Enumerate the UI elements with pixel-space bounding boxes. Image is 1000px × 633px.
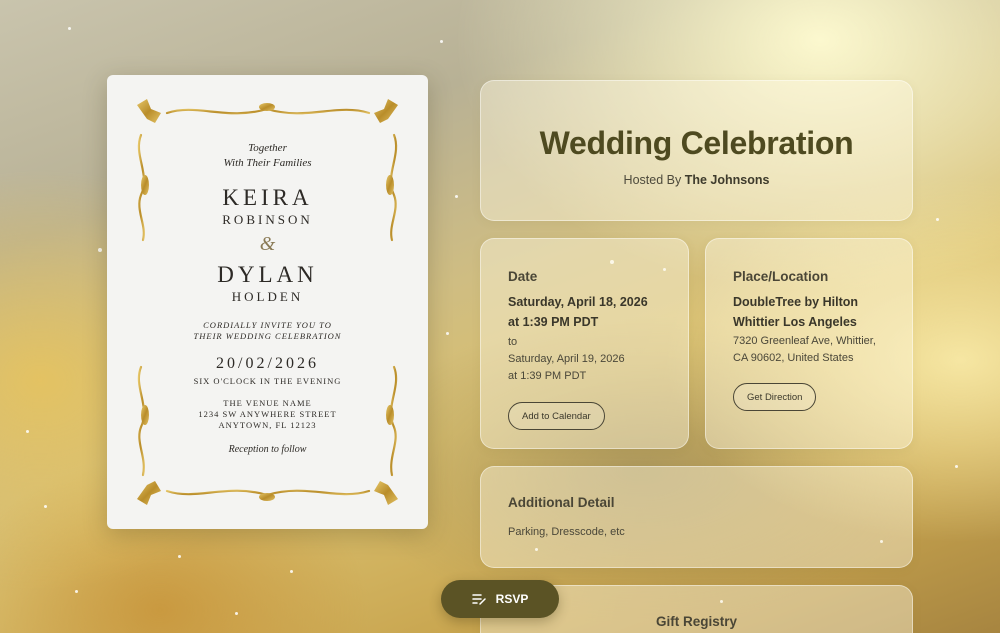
end-time: at 1:39 PM PDT xyxy=(508,370,587,382)
sparkle xyxy=(235,612,238,615)
invite-date: 20/02/2026 xyxy=(216,355,319,372)
event-header-panel: Wedding Celebration Hosted By The Johnso… xyxy=(480,80,913,221)
sparkle xyxy=(44,505,47,508)
sparkle xyxy=(936,218,939,221)
invitation-card: Together With Their Families KEIRA ROBIN… xyxy=(107,75,428,529)
invite-together: Together xyxy=(248,142,287,154)
rsvp-label: RSVP xyxy=(495,592,529,606)
sparkle xyxy=(178,555,181,558)
sparkle xyxy=(446,332,449,335)
sparkle xyxy=(75,590,78,593)
venue-name-line-1: DoubleTree by Hilton xyxy=(733,295,859,309)
invite-ampersand: & xyxy=(259,233,276,255)
end-date: Saturday, April 19, 2026 xyxy=(508,353,625,365)
sparkle xyxy=(455,195,458,198)
additional-heading: Additional Detail xyxy=(508,495,615,510)
sparkle xyxy=(68,27,71,30)
invite-reception: Reception to follow xyxy=(228,444,307,455)
date-to: to xyxy=(508,336,518,348)
invite-groom-last: HOLDEN xyxy=(231,289,304,304)
additional-detail-panel: Additional Detail Parking, Dresscode, et… xyxy=(480,466,913,568)
hosted-by: Hosted By The Johnsons xyxy=(481,173,912,187)
date-heading: Date xyxy=(508,269,538,284)
location-panel: Place/Location DoubleTree by Hilton Whit… xyxy=(705,238,913,449)
additional-text: Parking, Dresscode, etc xyxy=(508,526,625,538)
sparkle xyxy=(26,430,29,433)
rsvp-button[interactable]: RSVP xyxy=(441,580,559,618)
invite-venue: THE VENUE NAME xyxy=(223,398,312,408)
location-heading: Place/Location xyxy=(733,269,829,284)
sparkle xyxy=(290,570,293,573)
invite-city: ANYTOWN, FL 12123 xyxy=(218,420,317,430)
get-direction-button[interactable]: Get Direction xyxy=(733,383,817,411)
sparkle xyxy=(98,248,102,252)
invite-bride-first: KEIRA xyxy=(222,185,313,210)
date-panel: Date Saturday, April 18, 2026 at 1:39 PM… xyxy=(480,238,689,449)
invite-line-2: THEIR WEDDING CELEBRATION xyxy=(193,331,342,341)
invite-groom-first: DYLAN xyxy=(217,262,318,287)
add-to-calendar-button[interactable]: Add to Calendar xyxy=(508,402,605,430)
invite-bride-last: ROBINSON xyxy=(222,212,313,227)
host-name: The Johnsons xyxy=(684,173,770,187)
start-date: Saturday, April 18, 2026 xyxy=(508,295,648,309)
sparkle xyxy=(440,40,443,43)
venue-address-line-2: CA 90602, United States xyxy=(733,352,854,364)
hosted-by-prefix: Hosted By xyxy=(623,173,682,187)
venue-name-line-2: Whittier Los Angeles xyxy=(733,315,857,329)
invite-line-1: CORDIALLY INVITE YOU TO xyxy=(203,320,332,330)
start-time: at 1:39 PM PDT xyxy=(508,315,599,329)
rsvp-list-icon xyxy=(471,594,486,605)
invite-with-families: With Their Families xyxy=(223,157,312,169)
event-title: Wedding Celebration xyxy=(539,125,854,161)
invite-time: SIX O'CLOCK IN THE EVENING xyxy=(193,376,342,386)
sparkle xyxy=(955,465,958,468)
venue-address-line-1: 7320 Greenleaf Ave, Whittier, xyxy=(733,335,876,347)
invite-street: 1234 SW ANYWHERE STREET xyxy=(198,409,337,419)
